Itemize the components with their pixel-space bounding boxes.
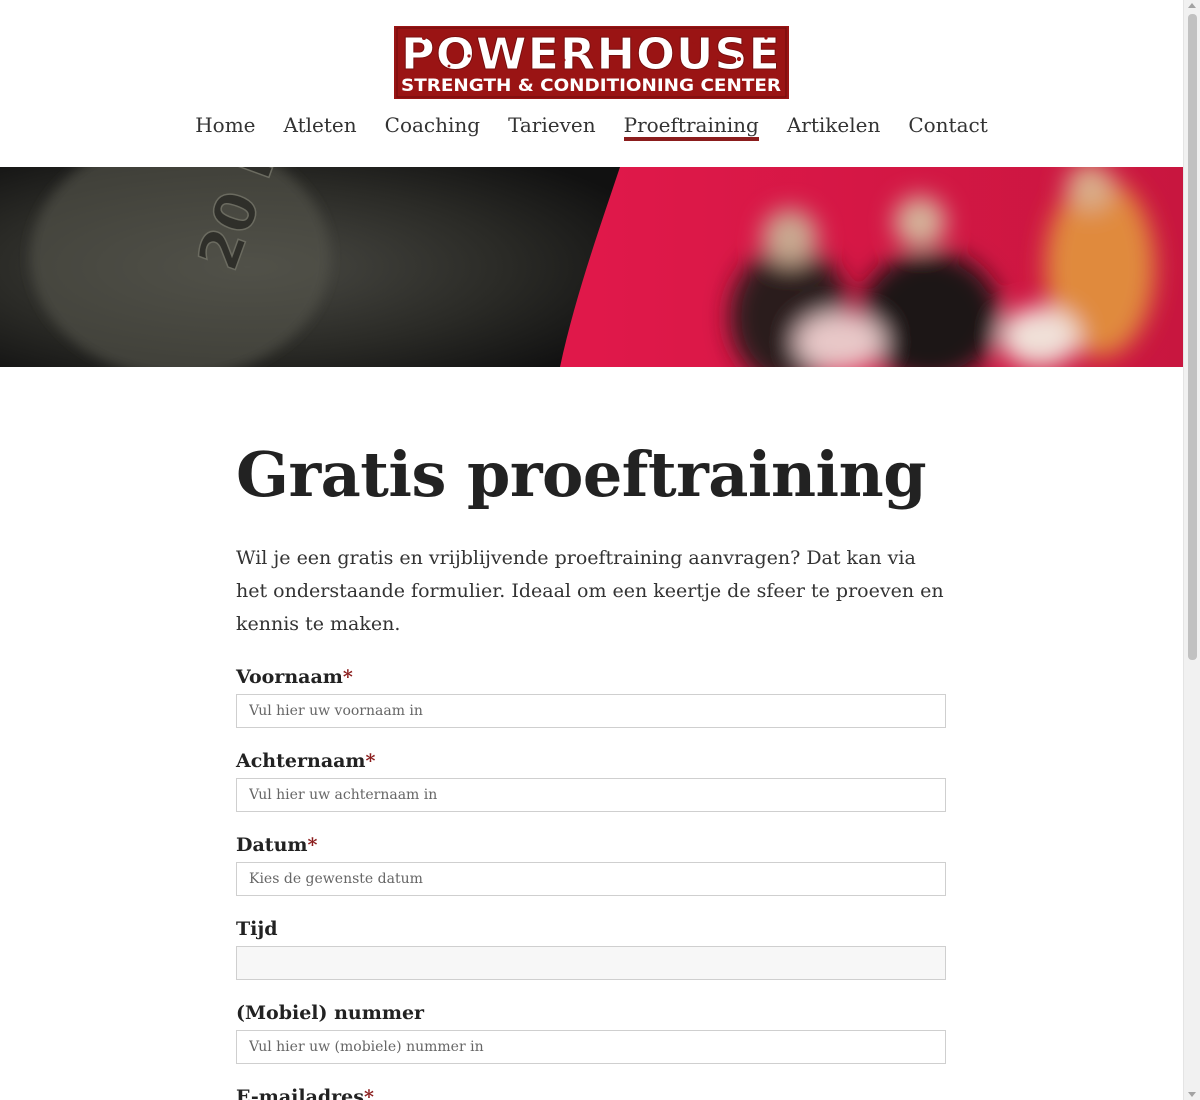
- nav-contact[interactable]: Contact: [908, 113, 987, 141]
- site-header: POWERHOUSE STRENGTH & CONDITIONING CENTE…: [0, 0, 1183, 167]
- required-mark: *: [342, 666, 353, 688]
- nav-artikelen[interactable]: Artikelen: [787, 113, 881, 141]
- achternaam-input[interactable]: [236, 778, 946, 812]
- nav-coaching[interactable]: Coaching: [385, 113, 480, 141]
- scroll-up-arrow-icon[interactable]: [1188, 3, 1196, 8]
- voornaam-input[interactable]: [236, 694, 946, 728]
- datum-label: Datum*: [236, 834, 318, 856]
- mobiel-label: (Mobiel) nummer: [236, 1002, 425, 1024]
- required-mark: *: [365, 750, 376, 772]
- scroll-thumb[interactable]: [1188, 14, 1197, 660]
- main-nav: Home Atleten Coaching Tarieven Proeftrai…: [0, 113, 1183, 141]
- field-voornaam: Voornaam*: [236, 665, 946, 728]
- logo-subtitle: STRENGTH & CONDITIONING CENTER: [401, 76, 781, 96]
- required-mark: *: [363, 1086, 374, 1100]
- field-datum: Datum*: [236, 833, 946, 896]
- nav-home[interactable]: Home: [195, 113, 255, 141]
- trial-form: Voornaam* Achternaam* Datum* Tijd (Mobie…: [236, 665, 946, 1100]
- scroll-down-arrow-icon[interactable]: [1188, 1092, 1196, 1097]
- field-mobiel: (Mobiel) nummer: [236, 1001, 946, 1064]
- field-achternaam: Achternaam*: [236, 749, 946, 812]
- voornaam-label: Voornaam*: [236, 666, 353, 688]
- main-content: Gratis proeftraining Wil je een gratis e…: [236, 430, 946, 1100]
- tijd-label: Tijd: [236, 918, 278, 940]
- intro-text: Wil je een gratis en vrijblijvende proef…: [236, 547, 944, 635]
- nav-tarieven[interactable]: Tarieven: [508, 113, 596, 141]
- datum-input[interactable]: [236, 862, 946, 896]
- achternaam-label: Achternaam*: [236, 750, 376, 772]
- page: POWERHOUSE STRENGTH & CONDITIONING CENTE…: [0, 0, 1183, 1100]
- hero-banner: 20 KG: [0, 167, 1183, 367]
- email-label: E-mailadres*: [236, 1085, 946, 1100]
- field-email: E-mailadres*: [236, 1085, 946, 1100]
- required-mark: *: [307, 834, 318, 856]
- scrollbar[interactable]: [1183, 0, 1200, 1100]
- nav-atleten[interactable]: Atleten: [284, 113, 357, 141]
- mobiel-input[interactable]: [236, 1030, 946, 1064]
- tijd-input[interactable]: [236, 946, 946, 980]
- powerhouse-logo[interactable]: POWERHOUSE STRENGTH & CONDITIONING CENTE…: [394, 26, 789, 99]
- field-tijd: Tijd: [236, 917, 946, 980]
- hero-image: 20 KG: [0, 167, 1183, 367]
- nav-proeftraining[interactable]: Proeftraining: [623, 113, 759, 141]
- logo-title: POWERHOUSE: [401, 29, 781, 80]
- page-title: Gratis proeftraining: [236, 438, 927, 511]
